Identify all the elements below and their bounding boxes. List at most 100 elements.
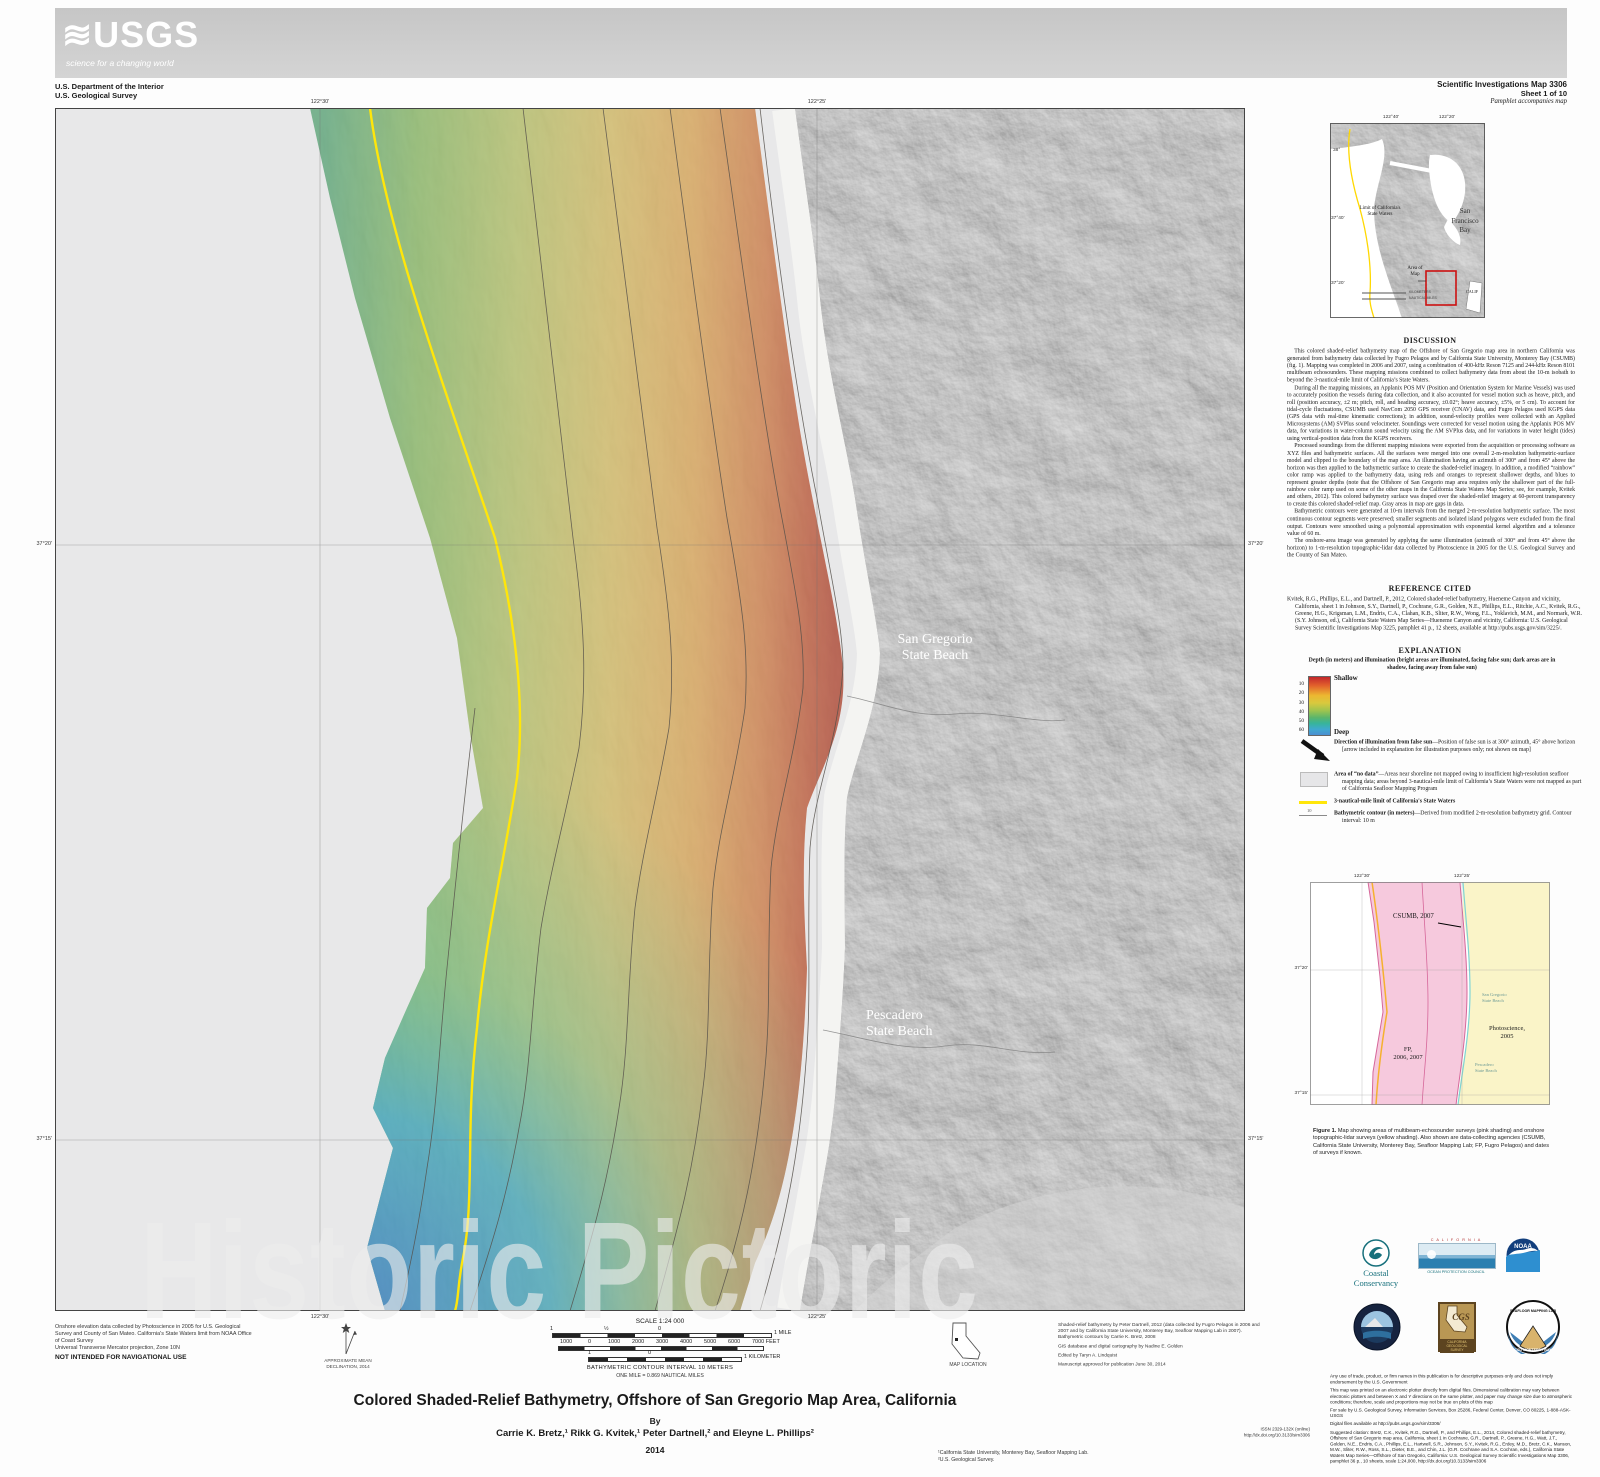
inset-lat-3720: 37°20' (1331, 281, 1345, 286)
fig1-photoscience-label: Photoscience, 2005 (1478, 1025, 1536, 1041)
inset-calif-label: CALIF (1466, 289, 1478, 294)
grat-lon-top-left: 122°30' (303, 99, 337, 105)
usgs-tagline: science for a changing world (66, 58, 174, 68)
feet-tick: 5000 (704, 1339, 716, 1345)
label-line: 2005 (1478, 1033, 1536, 1041)
logo-text: Conservancy (1346, 1278, 1406, 1288)
svg-text:SEAFLOOR MAPPING LAB: SEAFLOOR MAPPING LAB (1510, 1309, 1557, 1313)
svg-text:CGS: CGS (1452, 1312, 1470, 1322)
issn-block: ISSN 2329-132X (online) http://dx.doi.or… (1202, 1427, 1310, 1439)
grat-lat-right-lower: 37°15' (1248, 1136, 1264, 1142)
feet-tick: 0 (588, 1339, 591, 1345)
grat-lat-right-upper: 37°20' (1248, 541, 1264, 547)
feet-tick: 7000 FEET (752, 1339, 780, 1345)
discussion-paragraph: Bathymetric contours were generated at 1… (1287, 507, 1575, 536)
footnote-line: ¹California State University, Monterey B… (938, 1450, 1089, 1457)
marine-habitat-logo-icon (1353, 1303, 1401, 1351)
false-sun-legend-item: Direction of illumination from false sun… (1334, 738, 1582, 753)
explanation-heading: EXPLANATION (1285, 646, 1575, 655)
inset-lat-38: 38° (1333, 148, 1340, 153)
depth-heading: Depth (in meters) and illumination (brig… (1300, 656, 1564, 671)
declination-diagram (330, 1322, 366, 1356)
label-line: Francisco (1448, 217, 1482, 227)
fig1-pescadero-label: Pescadero State Beach (1475, 1062, 1497, 1073)
coastal-conservancy-logo: Coastal Conservancy (1346, 1268, 1406, 1288)
logo-text: Coastal (1346, 1268, 1406, 1278)
fineprint-paragraph: For sale by U.S. Geological Survey, Info… (1330, 1408, 1573, 1420)
opc-image (1418, 1243, 1496, 1269)
false-sun-arrow-icon (1299, 738, 1331, 764)
legend-label: Direction of illumination from false sun (1334, 738, 1432, 745)
dept-interior-line: U.S. Department of the Interior (55, 82, 164, 91)
fineprint-suggested-citation: Suggested citation: Bretz, C.K., Kvitek,… (1330, 1430, 1573, 1465)
label-line: San Gregorio (1482, 992, 1507, 998)
annotation-layer: ≋USGS science for a changing world U.S. … (0, 0, 1600, 1477)
credit-line: Manuscript approved for publication June… (1058, 1362, 1262, 1368)
doi-line: http://dx.doi.org/10.3133/sim3306 (1202, 1433, 1310, 1439)
km-bar-label: 1 KILOMETER (744, 1354, 780, 1360)
footnote-line: ²U.S. Geological Survey. (938, 1457, 1089, 1464)
label-line: State Beach (866, 1024, 932, 1040)
inset-area-of-map-label: Area of Map (1396, 266, 1434, 278)
label-line: FP, (1385, 1046, 1431, 1054)
fig1-san-gregorio-label: San Gregorio State Beach (1482, 992, 1507, 1003)
inset-lat-3740: 37°40' (1331, 216, 1345, 221)
inset-km-words: KILOMETERS (1409, 290, 1431, 294)
ramp-tick: 20 (1284, 689, 1304, 698)
noaa-logo: NOAA (1506, 1238, 1540, 1272)
legend-desc: —Areas near shoreline not mapped owing t… (1342, 770, 1581, 792)
reference-heading: REFERENCE CITED (1285, 584, 1575, 593)
legend-label: Bathymetric contour (in meters) (1334, 809, 1414, 816)
no-data-swatch (1300, 772, 1328, 787)
inset-lon-right: 122°20' (1432, 115, 1462, 120)
fig1-lat2: 37°15' (1282, 1091, 1308, 1096)
logo-text: C A L I F O R N I A (1418, 1238, 1494, 1242)
ramp-deep-label: Deep (1334, 728, 1349, 736)
fineprint-paragraph: This map was printed on an electronic pl… (1330, 1388, 1573, 1406)
navigation-warning: NOT INTENDED FOR NAVIGATIONAL USE (55, 1354, 187, 1361)
reference-text: Kvitek, R.G., Phillips, E.L., and Dartne… (1287, 595, 1583, 631)
caption-line: DECLINATION, 2014 (300, 1364, 396, 1370)
sheet-number: Sheet 1 of 10 (1267, 89, 1567, 98)
publication-series: Scientific Investigations Map 3306 (1267, 80, 1567, 89)
km-tick: 1 (588, 1350, 591, 1356)
label-line: State Waters (1352, 212, 1408, 218)
no-data-legend-item: Area of “no data”—Areas near shoreline n… (1334, 770, 1582, 792)
discussion-paragraph: This colored shaded-relief bathymetry ma… (1287, 347, 1575, 383)
fineprint-column: Any use of trade, product, or firm names… (1330, 1374, 1573, 1465)
feet-tick: 1000 (560, 1339, 572, 1345)
km-tick: 0 (648, 1350, 651, 1356)
label-line: San Gregorio (850, 632, 1020, 648)
label-pescadero-state-beach: Pescadero State Beach (866, 1008, 932, 1039)
scale-label: SCALE 1:24 000 (560, 1318, 760, 1325)
nautical-mile-note: ONE MILE = 0.869 NAUTICAL MILES (460, 1373, 860, 1379)
logo-text: OCEAN PROTECTION COUNCIL (1418, 1270, 1494, 1274)
cgs-logo: CGS CALIFORNIA GEOLOGICAL SURVEY (1438, 1302, 1476, 1352)
legend-label: Area of “no data” (1334, 770, 1378, 777)
depth-color-ramp (1308, 676, 1331, 736)
mile-tick: 1 (550, 1326, 553, 1332)
coastal-conservancy-icon (1362, 1239, 1390, 1267)
label-line: State Beach (850, 648, 1020, 664)
authors: Carrie K. Bretz,¹ Rikk G. Kvitek,¹ Peter… (155, 1428, 1155, 1439)
top-banner (55, 8, 1567, 78)
cgs-california-shape: CGS (1440, 1304, 1474, 1334)
declination-caption: APPROXIMATE MEAN DECLINATION, 2014 (300, 1358, 396, 1370)
credit-line: Shaded-relief bathymetry by Peter Dartne… (1058, 1322, 1262, 1340)
usgs-logo: ≋USGS (62, 14, 199, 56)
feet-tick: 3000 (656, 1339, 668, 1345)
inset-bay-label: San Francisco Bay (1448, 207, 1482, 236)
state-waters-legend-item: 3-nautical-mile limit of California's St… (1334, 797, 1574, 804)
contour-legend-item: Bathymetric contour (in meters)—Derived … (1334, 809, 1582, 824)
ramp-shallow-label: Shallow (1334, 674, 1358, 682)
discussion-paragraph: The onshore-area image was generated by … (1287, 536, 1575, 558)
map-location-label: MAP LOCATION (935, 1362, 1001, 1368)
discussion-paragraph: During all the mapping missions, an Appl… (1287, 383, 1575, 441)
mile-scale-bar (552, 1333, 772, 1338)
contour-interval-note: BATHYMETRIC CONTOUR INTERVAL 10 METERS (460, 1365, 860, 1371)
projection-note: Universal Transverse Mercator projection… (55, 1345, 180, 1351)
discussion-paragraph: Processed soundings from the different m… (1287, 442, 1575, 508)
grat-lat-left-upper: 37°20' (20, 541, 52, 547)
author-footnotes: ¹California State University, Monterey B… (938, 1450, 1089, 1465)
grat-lon-top-right: 122°25' (800, 99, 834, 105)
